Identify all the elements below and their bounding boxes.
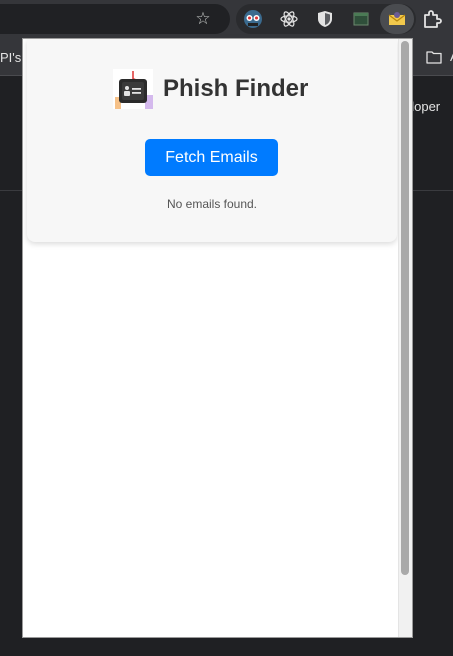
popup-title: Phish Finder <box>163 75 309 102</box>
bookmark-item[interactable]: PI's <box>0 50 21 65</box>
scrollbar-thumb[interactable] <box>401 41 409 575</box>
scrollbar[interactable] <box>398 39 412 637</box>
profile-extension-icon[interactable] <box>241 7 265 31</box>
browser-toolbar: ☆ <box>0 0 453 38</box>
popup-header: Phish Finder <box>113 69 308 109</box>
react-extension-icon[interactable] <box>277 7 301 31</box>
phish-finder-logo-icon <box>113 69 153 109</box>
shield-extension-icon[interactable] <box>313 7 337 31</box>
extension-popup: Phish Finder Fetch Emails No emails foun… <box>22 38 413 638</box>
status-text: No emails found. <box>166 197 258 211</box>
puzzle-icon[interactable] <box>421 8 443 30</box>
star-icon[interactable]: ☆ <box>193 9 213 29</box>
window-extension-icon[interactable] <box>349 7 373 31</box>
fetch-emails-button[interactable]: Fetch Emails <box>145 139 278 176</box>
folder-icon <box>426 50 442 64</box>
phish-finder-extension-icon[interactable] <box>385 7 409 31</box>
bookmark-folder[interactable]: A <box>426 49 453 64</box>
popup-card: Phish Finder Fetch Emails No emails foun… <box>27 39 397 242</box>
